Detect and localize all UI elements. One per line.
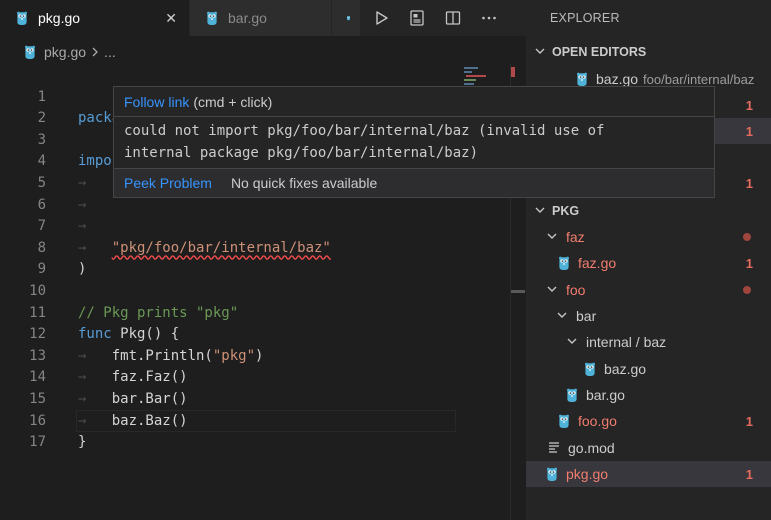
chevron-down-icon <box>534 204 546 219</box>
gopher-file-icon <box>17 11 27 25</box>
problem-count: 1 <box>745 123 753 139</box>
chevron-down-icon <box>566 334 578 350</box>
problem-count: 1 <box>745 255 753 271</box>
gopher-file-icon <box>559 256 569 270</box>
gopher-file-icon <box>585 362 595 376</box>
problem-count: 1 <box>745 97 753 113</box>
open-preview-icon[interactable] <box>406 7 428 29</box>
breadcrumb-file[interactable]: pkg.go <box>44 44 86 60</box>
file-label: foo.go <box>578 413 617 429</box>
follow-link-hint: (cmd + click) <box>193 93 273 110</box>
code-line: 17 <box>0 411 526 450</box>
peek-problem-link[interactable]: Peek Problem <box>124 175 212 191</box>
file-label: baz.go <box>596 71 639 87</box>
pkg-section-header[interactable]: PKG <box>526 198 771 224</box>
section-label: PKG <box>552 204 580 218</box>
file-label: go.mod <box>568 440 615 456</box>
folder-label: bar <box>576 308 597 324</box>
file-pkg-go[interactable]: pkg.go 1 <box>526 461 771 487</box>
file-label: bar.go <box>586 387 625 403</box>
problem-count: 1 <box>745 175 753 191</box>
file-bar-go[interactable]: bar.go <box>526 382 771 408</box>
more-actions-icon[interactable] <box>478 7 500 29</box>
folder-bar[interactable]: bar <box>526 303 771 329</box>
explorer-panel: EXPLORER OPEN EDITORS baz.go foo/bar/int… <box>526 0 771 520</box>
code-line: 9 <box>0 238 526 277</box>
file-path: foo/bar/internal/baz <box>643 71 755 87</box>
hover-popup: Follow link (cmd + click) could not impo… <box>113 86 715 198</box>
folder-foo[interactable]: foo <box>526 277 771 303</box>
code-line: 14 → bar.Bar() <box>0 346 526 407</box>
no-quick-fixes-text: No quick fixes available <box>230 175 378 191</box>
follow-link[interactable]: Follow link <box>124 94 189 110</box>
folder-label: foo <box>566 282 586 298</box>
code-line: 10 // Pkg prints "pkg" <box>0 259 526 321</box>
scroll-position-marker <box>511 290 525 293</box>
file-label: faz.go <box>578 255 617 271</box>
section-label: OPEN EDITORS <box>552 45 647 59</box>
code-line: 8 ) <box>0 216 526 278</box>
breadcrumb-more[interactable]: ... <box>104 44 116 60</box>
close-icon[interactable]: ✕ <box>165 10 177 27</box>
code-text: } <box>78 434 87 451</box>
folder-label: internal / baz <box>586 334 667 350</box>
modified-dot-icon <box>743 286 751 294</box>
folder-internal-baz[interactable]: internal / baz <box>526 329 771 355</box>
folder-label: faz <box>566 229 585 245</box>
file-faz-go[interactable]: faz.go 1 <box>526 250 771 276</box>
gopher-file-icon <box>207 11 217 25</box>
modified-dot-icon <box>743 233 751 241</box>
code-line: 13 → faz.Faz() <box>0 324 526 386</box>
code-line: 11 func Pkg() { <box>0 281 526 343</box>
split-editor-icon[interactable] <box>442 7 464 29</box>
line-number: 17 <box>29 434 46 451</box>
code-line: 1 package pkg <box>0 65 526 127</box>
editor-actions <box>360 0 526 36</box>
file-baz-go[interactable]: baz.go <box>526 356 771 382</box>
gopher-file-icon <box>577 72 587 86</box>
explorer-title: EXPLORER <box>550 11 620 25</box>
gopher-file-icon <box>547 467 557 481</box>
chevron-down-icon <box>534 45 546 60</box>
code-line: 15 → baz.Baz() <box>0 367 526 429</box>
file-label: baz.go <box>604 361 647 377</box>
code-line: 16 } <box>0 389 526 451</box>
gopher-file-icon <box>25 45 35 59</box>
chevron-down-icon <box>546 229 558 245</box>
chevron-right-icon <box>91 44 99 60</box>
gopher-file-icon <box>567 388 577 402</box>
gopher-file-icon <box>346 16 351 21</box>
tab-label: pkg.go <box>38 10 81 26</box>
tab-label: bar.go <box>228 10 267 26</box>
folder-faz[interactable]: faz <box>526 224 771 250</box>
text-file-icon <box>548 441 560 456</box>
problem-count: 1 <box>745 466 753 482</box>
chevron-down-icon <box>546 282 558 298</box>
tab-pkg-go[interactable]: pkg.go ✕ <box>0 0 190 36</box>
problem-count: 1 <box>745 413 753 429</box>
diagnostic-message: could not import pkg/foo/bar/internal/ba… <box>124 123 605 161</box>
hover-link-row: Follow link (cmd + click) <box>114 87 714 117</box>
run-icon[interactable] <box>370 7 392 29</box>
open-editors-header[interactable]: OPEN EDITORS <box>526 39 771 65</box>
hover-status-bar: Peek Problem No quick fixes available <box>114 168 714 197</box>
file-foo-go[interactable]: foo.go 1 <box>526 408 771 434</box>
chevron-down-icon <box>556 308 568 324</box>
file-label: pkg.go <box>566 466 609 482</box>
tab-bar-go[interactable]: bar.go <box>190 0 332 36</box>
code-line: 12 → fmt.Println("pkg") <box>0 303 526 364</box>
file-go-mod[interactable]: go.mod <box>526 435 771 461</box>
gopher-file-icon <box>559 414 569 428</box>
